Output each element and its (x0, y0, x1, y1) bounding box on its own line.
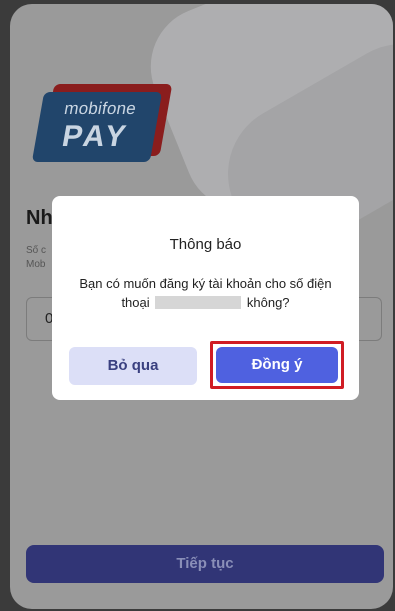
dialog-message: Bạn có muốn đăng ký tài khoản cho số điệ… (70, 274, 341, 312)
confirm-dialog: Thông báo Bạn có muốn đăng ký tài khoản … (52, 196, 359, 400)
logo-text-pay: PAY (59, 120, 132, 153)
page-title: Nh (26, 207, 53, 229)
logo-front-card: mobifone PAY (31, 92, 163, 162)
logo-text-mobifone: mobifone (62, 99, 138, 118)
page-description: Số c Mob (26, 244, 46, 272)
description-line: Mob (26, 259, 46, 270)
continue-button[interactable]: Tiếp tục (26, 545, 384, 583)
mobifone-pay-logo: mobifone PAY (31, 84, 173, 162)
skip-button[interactable]: Bỏ qua (69, 347, 197, 385)
dialog-title: Thông báo (169, 236, 242, 253)
description-line: Số c (26, 245, 47, 256)
dialog-message-text-end: không? (246, 295, 290, 310)
masked-phone-number (155, 296, 242, 309)
agree-button[interactable]: Đồng ý (216, 347, 338, 383)
